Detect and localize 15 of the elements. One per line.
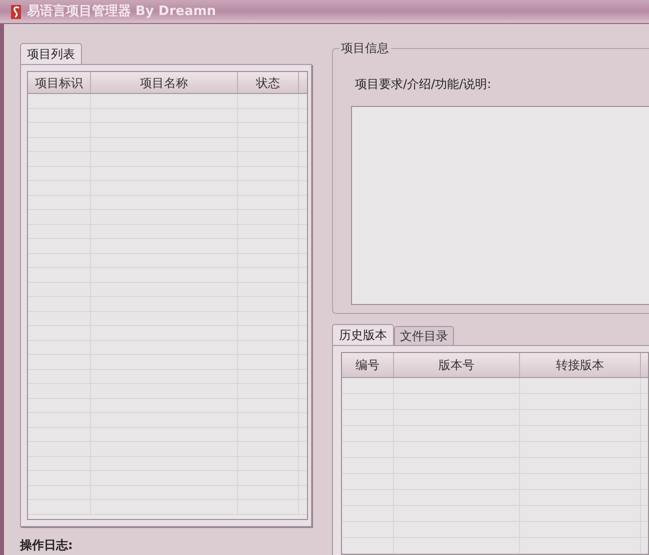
column-header[interactable]: 版本号 [438,356,474,374]
column-header[interactable]: 项目标识 [35,74,83,92]
group-title: 项目信息 [339,40,391,56]
column-header[interactable]: 状态 [256,74,280,92]
column-header[interactable]: 转接版本 [556,356,604,374]
app-logo-icon [9,4,23,20]
description-field[interactable] [351,106,649,305]
window-title: 易语言项目管理器 By Dreamn [27,2,216,21]
tab[interactable]: 项目列表 [20,43,82,64]
description-label: 项目要求/介绍/功能/说明: [355,76,492,93]
tab[interactable]: 历史版本 [332,324,394,345]
column-header[interactable]: 编号 [356,356,380,374]
log-label: 操作日志: [20,537,74,554]
column-header[interactable]: 项目名称 [140,74,188,92]
tab[interactable]: 文件目录 [394,326,454,345]
